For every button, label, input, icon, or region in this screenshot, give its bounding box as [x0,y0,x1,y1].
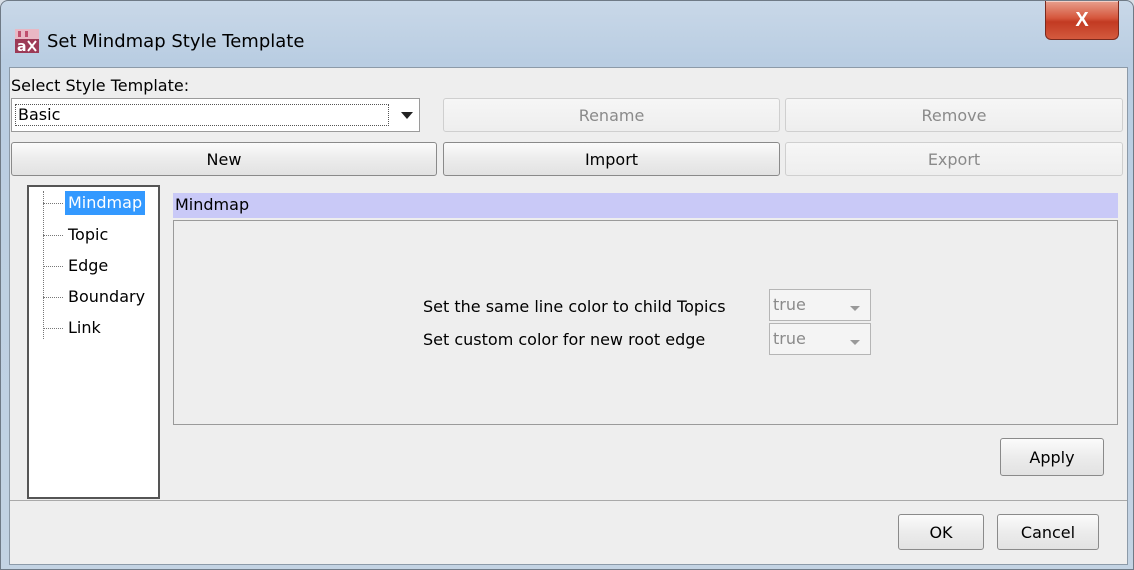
close-icon: X [1075,8,1089,31]
template-select[interactable]: Basic [11,98,420,132]
property-label-line-color: Set the same line color to child Topics [423,297,726,316]
title-bar[interactable]: a Set Mindmap Style Template X [1,1,1133,65]
chevron-down-icon [850,340,860,345]
remove-button[interactable]: Remove [785,98,1123,132]
tree-item-label: Topic [68,225,109,244]
ok-button[interactable]: OK [898,514,984,550]
footer-divider [10,500,1127,501]
svg-text:a: a [17,39,26,53]
template-select-value: Basic [15,104,389,126]
cancel-button[interactable]: Cancel [997,514,1099,550]
select-template-label: Select Style Template: [11,76,190,95]
tree-branch [43,203,63,204]
window-title: Set Mindmap Style Template [47,31,305,52]
chevron-down-icon [850,306,860,311]
properties-panel: Set the same line color to child Topics … [173,220,1118,425]
tree-branch [43,235,63,236]
tree-item-label: Edge [68,256,109,275]
close-button[interactable]: X [1045,1,1119,40]
tree-branch [43,328,63,329]
dialog-window: a Set Mindmap Style Template X Select St… [0,0,1134,570]
style-tree[interactable]: Mindmap Topic Edge Boundary Link [27,185,160,499]
panel-header: Mindmap [173,193,1118,218]
dialog-content: Select Style Template: Basic Rename Remo… [9,67,1128,565]
chevron-down-icon [401,112,413,119]
new-button[interactable]: New [11,142,437,176]
line-color-select-value: true [773,295,806,314]
import-button[interactable]: Import [443,142,780,176]
tree-connector [43,191,44,339]
root-edge-color-select[interactable]: true [769,323,871,355]
rename-button[interactable]: Rename [443,98,780,132]
app-icon: a [15,29,39,53]
export-button[interactable]: Export [785,142,1123,176]
root-edge-color-select-value: true [773,329,806,348]
tree-branch [43,266,63,267]
line-color-select[interactable]: true [769,289,871,321]
property-label-root-edge: Set custom color for new root edge [423,330,706,349]
tree-item-label: Link [68,318,101,337]
tree-branch [43,297,63,298]
tree-item-label: Mindmap [65,191,146,215]
apply-button[interactable]: Apply [1000,438,1104,476]
tree-item-label: Boundary [68,287,146,306]
